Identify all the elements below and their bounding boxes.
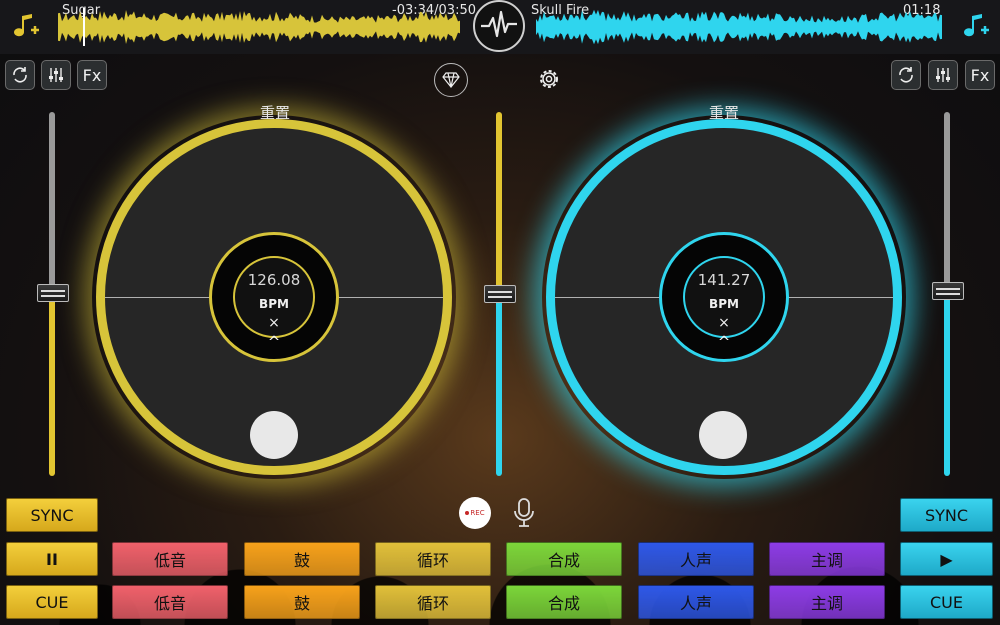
pad-vocal-row2[interactable]: 人声 [638,585,754,619]
left-cue-button[interactable]: CUE [6,585,98,619]
crossfader-handle[interactable] [484,285,516,303]
right-waveform[interactable] [536,8,942,46]
right-loop-button[interactable] [891,60,921,90]
right-sync-button[interactable]: SYNC [900,498,993,532]
left-bpm-value: 126.08 [247,271,301,289]
left-pitch-handle[interactable] [37,284,69,302]
diamond-icon [442,72,460,88]
loop-icon [13,67,27,83]
right-equalizer-button[interactable] [928,60,958,90]
right-bpm-label: BPM [709,297,739,311]
pad-synth-row2[interactable]: 合成 [506,585,622,619]
pad-loop-row2[interactable]: 循环 [375,585,491,619]
pad-drums-row2[interactable]: 鼓 [244,585,360,619]
fx-label: Fx [82,65,102,85]
diamond-button[interactable] [434,63,468,97]
left-equalizer-button[interactable] [41,60,71,90]
left-sync-button[interactable]: SYNC [6,498,98,532]
left-jog-wheel[interactable]: 126.08 BPM × ^ [96,119,452,475]
fx-label: Fx [970,65,990,85]
music-add-icon[interactable] [960,12,990,42]
left-cue-knob[interactable] [250,411,298,459]
right-bpm-value: 141.27 [697,271,751,289]
right-bpm-reset-icon[interactable]: × [662,315,786,331]
waveform-shape [58,10,460,44]
pad-vocal-row1[interactable]: 人声 [638,542,754,576]
chevron-up-icon[interactable]: ^ [662,333,786,351]
left-bpm-label: BPM [259,297,289,311]
equalizer-icon [936,68,950,82]
rec-label: REC [470,509,485,517]
pad-loop-row1[interactable]: 循环 [375,542,491,576]
right-jog-wheel[interactable]: 141.27 BPM × ^ [546,119,902,475]
waveform-logo-icon[interactable] [473,0,525,52]
record-dot-icon [465,511,470,515]
left-hub: 126.08 BPM × ^ [209,232,339,362]
top-bar: Sugar -03:34/03:50 Skull Fire 01:18 [0,0,1000,54]
right-fx-button[interactable]: Fx [965,60,995,90]
pad-lead-row2[interactable]: 主调 [769,585,885,619]
pad-bass-row2[interactable]: 低音 [112,585,228,619]
right-cue-button[interactable]: CUE [900,585,993,619]
settings-button[interactable] [533,63,565,95]
loop-icon [899,67,913,83]
music-add-icon[interactable] [10,12,40,42]
gear-icon [540,70,558,88]
record-button[interactable]: REC [459,497,491,529]
pad-synth-row1[interactable]: 合成 [506,542,622,576]
pad-lead-row1[interactable]: 主调 [769,542,885,576]
chevron-up-icon[interactable]: ^ [212,333,336,351]
left-fx-button[interactable]: Fx [77,60,107,90]
left-play-pause-button[interactable]: II [6,542,98,576]
right-play-button[interactable]: ▶ [900,542,993,576]
left-waveform[interactable] [58,8,460,46]
left-loop-button[interactable] [5,60,35,90]
right-pitch-handle[interactable] [932,282,964,300]
pad-drums-row1[interactable]: 鼓 [244,542,360,576]
equalizer-icon [49,68,63,82]
right-cue-knob[interactable] [699,411,747,459]
microphone-icon[interactable] [512,497,536,529]
left-bpm-reset-icon[interactable]: × [212,315,336,331]
right-hub: 141.27 BPM × ^ [659,232,789,362]
waveform-shape [536,9,942,45]
pad-bass-row1[interactable]: 低音 [112,542,228,576]
